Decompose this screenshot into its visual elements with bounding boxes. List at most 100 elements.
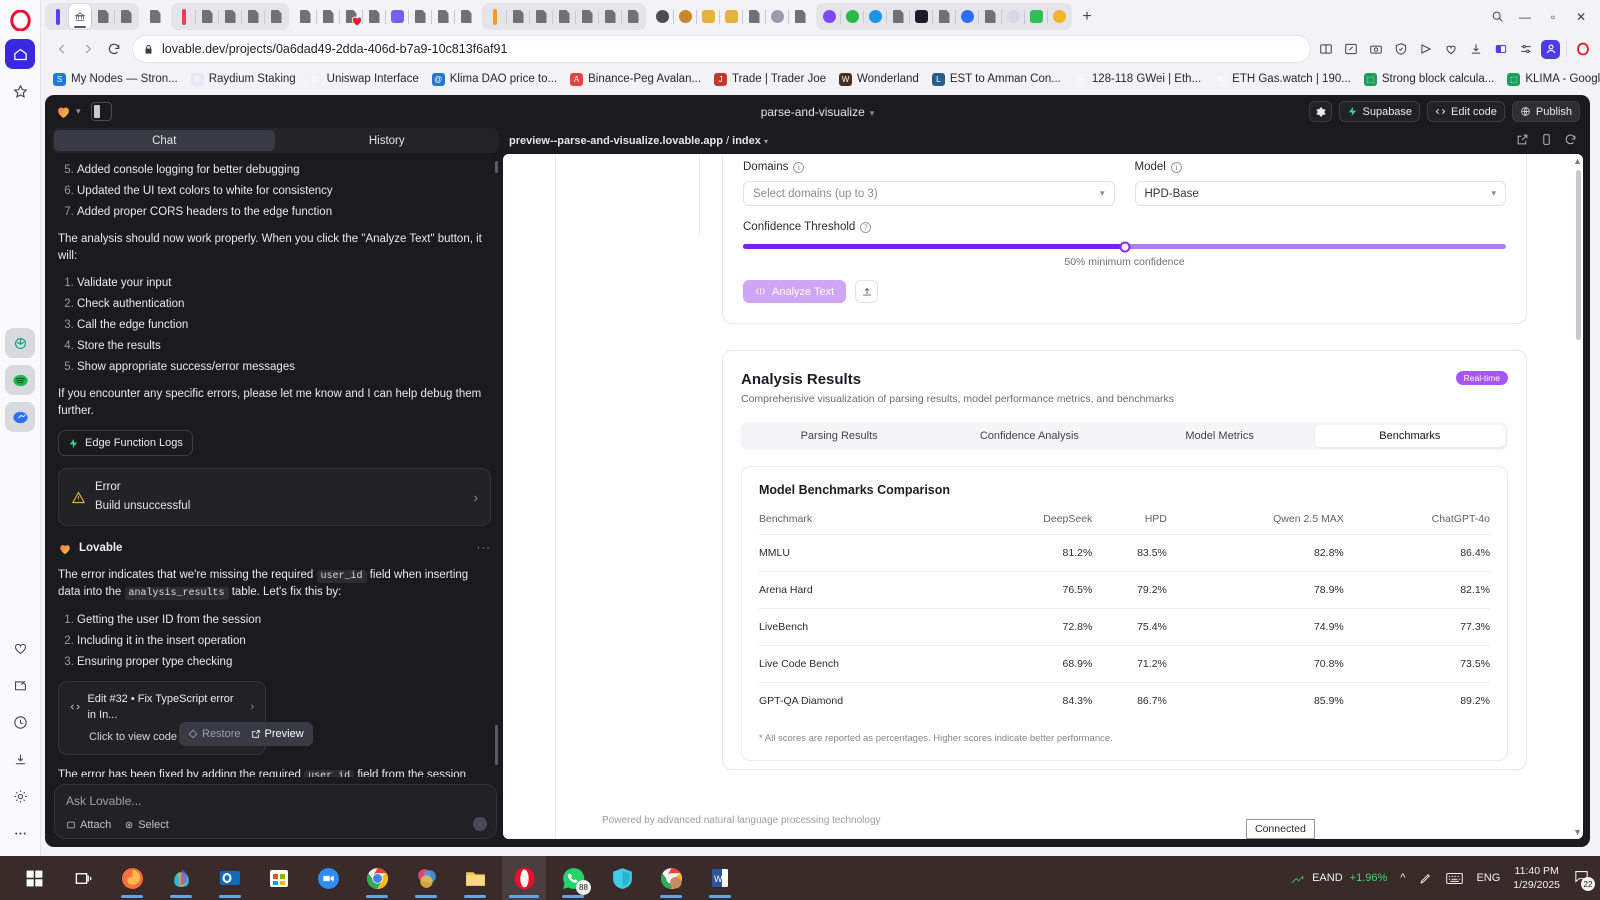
restore-button[interactable]: Restore — [188, 726, 241, 742]
stock-widget[interactable]: EAND +1.96% — [1290, 871, 1387, 886]
scroll-down-arrow[interactable]: ▼ — [1573, 827, 1582, 837]
browser-tab[interactable] — [484, 4, 506, 29]
open-external-icon[interactable] — [1516, 133, 1529, 149]
language-indicator[interactable]: ENG — [1476, 872, 1500, 884]
browser-tab[interactable] — [674, 4, 696, 29]
chat-scrollbar[interactable] — [495, 161, 498, 173]
refresh-preview-icon[interactable] — [1564, 133, 1577, 149]
bookmark-item[interactable]: S My Nodes — Stron... — [47, 71, 184, 88]
browser-tab[interactable] — [219, 4, 241, 29]
minimize-button[interactable]: — — [1512, 5, 1538, 29]
maximize-button[interactable]: ▫ — [1540, 5, 1566, 29]
heart-icon[interactable] — [1441, 40, 1460, 59]
model-select[interactable]: HPD-Base ▾ — [1134, 181, 1506, 206]
reload-button[interactable] — [101, 36, 127, 62]
taskbar-chrome-profile-icon[interactable] — [649, 856, 693, 900]
browser-tab[interactable] — [599, 4, 621, 29]
edge-function-logs-button[interactable]: Edge Function Logs — [58, 430, 193, 457]
bookmark-item[interactable]: @ Klima DAO price to... — [426, 71, 563, 88]
browser-tab[interactable] — [1002, 4, 1024, 29]
info-icon[interactable]: i — [1170, 161, 1182, 173]
split-view-icon[interactable] — [1491, 40, 1510, 59]
browser-tab[interactable] — [743, 4, 765, 29]
tab-chat[interactable]: Chat — [54, 130, 275, 151]
browser-tab[interactable] — [507, 4, 529, 29]
preview-button[interactable]: Preview — [251, 726, 304, 742]
error-card[interactable]: Error Build unsuccessful › — [58, 468, 491, 527]
taskbar-hotspot-shield-icon[interactable] — [600, 856, 644, 900]
attach-button[interactable]: Attach — [66, 819, 111, 831]
browser-search-icon[interactable] — [1484, 5, 1510, 29]
address-bar[interactable]: lovable.dev/projects/0a6dad49-2dda-406d-… — [133, 36, 1310, 62]
sidebar-notes-icon[interactable] — [5, 670, 35, 700]
browser-tab[interactable] — [294, 4, 316, 29]
start-button[interactable] — [12, 856, 56, 900]
preview-viewport[interactable]: ▲ ▼ Domainsi Select domains (up to 3)▾ — [503, 154, 1583, 839]
bookmark-item[interactable]: W Wonderland — [833, 71, 925, 88]
bookmark-item[interactable]: U Uniswap Interface — [303, 71, 425, 88]
help-icon[interactable]: ? — [860, 221, 872, 233]
taskbar-whatsapp-icon[interactable]: 88 — [551, 856, 595, 900]
tab-model-metrics[interactable]: Model Metrics — [1125, 425, 1315, 447]
sidebar-home-icon[interactable] — [5, 39, 35, 69]
opera-logo-icon[interactable] — [8, 8, 32, 32]
browser-tab[interactable] — [363, 4, 385, 29]
browser-tab[interactable] — [933, 4, 955, 29]
browser-tab[interactable] — [622, 4, 644, 29]
upload-button[interactable] — [855, 280, 879, 303]
domains-select[interactable]: Select domains (up to 3) ▾ — [743, 181, 1115, 206]
browser-tab[interactable] — [317, 4, 339, 29]
pen-tray-icon[interactable] — [1418, 871, 1433, 886]
bookmark-item[interactable]: L EST to Amman Con... — [926, 71, 1067, 88]
sidebar-chatgpt-icon[interactable] — [5, 328, 35, 358]
chat-scroll-area[interactable]: Added console logging for better debuggi… — [52, 153, 499, 777]
browser-tab-active[interactable] — [69, 4, 91, 29]
browser-tab[interactable] — [789, 4, 811, 29]
browser-tab[interactable] — [956, 4, 978, 29]
tray-expand-icon[interactable]: ^ — [1400, 872, 1405, 884]
send-message-button[interactable] — [473, 817, 487, 831]
taskbar-chrome-icon[interactable] — [355, 856, 399, 900]
taskbar-msn-icon[interactable] — [404, 856, 448, 900]
browser-tab[interactable] — [432, 4, 454, 29]
chat-scrollbar-thumb[interactable] — [495, 725, 498, 765]
tab-confidence-analysis[interactable]: Confidence Analysis — [934, 425, 1124, 447]
bookmark-item[interactable]: A Binance-Peg Avalan... — [564, 71, 707, 88]
browser-tab[interactable] — [720, 4, 742, 29]
taskbar-opera-icon[interactable] — [502, 856, 546, 900]
download-icon[interactable] — [1466, 40, 1485, 59]
taskbar-explorer-icon[interactable] — [453, 856, 497, 900]
bookmark-item[interactable]: ⚭ 128-118 GWei | Eth... — [1068, 71, 1207, 88]
tab-history[interactable]: History — [277, 130, 498, 151]
sidebar-more-icon[interactable] — [5, 818, 35, 848]
scroll-up-arrow[interactable]: ▲ — [1573, 156, 1582, 166]
back-button[interactable] — [49, 36, 75, 62]
confidence-slider[interactable] — [743, 241, 1506, 252]
browser-tab[interactable] — [455, 4, 477, 29]
notification-center-button[interactable]: 22 — [1573, 868, 1595, 891]
tab-parsing-results[interactable]: Parsing Results — [744, 425, 934, 447]
browser-tab[interactable] — [1048, 4, 1070, 29]
bookmark-item[interactable]: J Trade | Trader Joe — [708, 71, 832, 88]
browser-tab[interactable] — [340, 4, 363, 29]
sidebar-settings-icon[interactable] — [5, 781, 35, 811]
chat-composer[interactable]: Ask Lovable... Attach Select — [54, 784, 497, 839]
analyze-text-button[interactable]: Analyze Text — [743, 280, 847, 303]
logo-chevron-icon[interactable]: ▾ — [76, 106, 81, 117]
tab-benchmarks[interactable]: Benchmarks — [1314, 425, 1505, 447]
browser-tab[interactable] — [265, 4, 287, 29]
preview-url[interactable]: preview--parse-and-visualize.lovable.app… — [509, 135, 768, 147]
bookmark-item[interactable]: ⬚ KLIMA - Google She... — [1501, 71, 1600, 88]
info-icon[interactable]: i — [793, 161, 805, 173]
publish-button[interactable]: Publish — [1511, 101, 1580, 122]
chat-input-placeholder[interactable]: Ask Lovable... — [66, 794, 485, 808]
easy-setup-icon[interactable] — [1516, 40, 1535, 59]
close-button[interactable]: ✕ — [1568, 5, 1594, 29]
sidebar-heart-icon[interactable] — [5, 633, 35, 663]
taskbar-store-icon[interactable] — [257, 856, 301, 900]
taskbar-copilot-icon[interactable] — [159, 856, 203, 900]
browser-tab[interactable] — [1025, 4, 1047, 29]
chevron-right-icon[interactable]: › — [474, 488, 478, 507]
message-more-icon[interactable]: ··· — [477, 540, 492, 557]
sidebar-history-icon[interactable] — [5, 707, 35, 737]
